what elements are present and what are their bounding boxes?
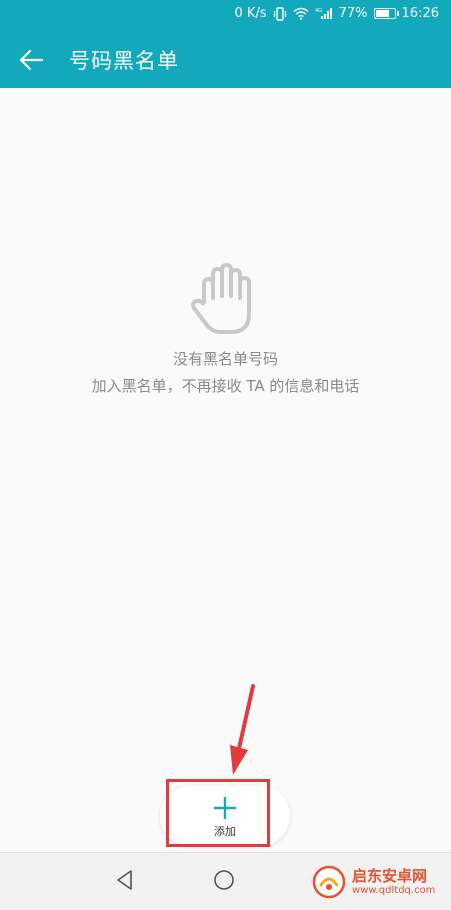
wifi-icon <box>293 7 309 20</box>
hand-stop-icon <box>190 263 251 334</box>
app-bar: 号码黑名单 <box>0 30 451 88</box>
network-speed: 0 K/s <box>234 6 267 21</box>
watermark-name: 启东安卓网 <box>352 867 428 886</box>
nav-back-button[interactable] <box>112 867 138 897</box>
empty-description: 加入黑名单，不再接收 TA 的信息和电话 <box>91 377 360 395</box>
empty-title: 没有黑名单号码 <box>172 350 278 368</box>
battery-percent: 77% <box>338 6 368 21</box>
signal-icon: 4G <box>315 7 333 20</box>
watermark-url: www.qdltdq.com <box>352 884 436 896</box>
battery-icon <box>373 8 399 19</box>
network-type: 4G <box>315 8 322 14</box>
triangle-back-icon <box>117 870 132 890</box>
annotation-highlight-box <box>166 779 270 847</box>
status-icons: 0 K/s 4G 77% 16:26 <box>235 6 439 21</box>
status-bar: 0 K/s 4G 77% 16:26 <box>0 0 451 30</box>
watermark-text: 启东安卓网 www.qdltdq.com <box>352 868 435 896</box>
battery-fill <box>375 10 389 17</box>
nav-home-button[interactable] <box>211 867 237 897</box>
vibrate-icon <box>273 6 287 21</box>
annotation-arrow-icon <box>230 684 255 775</box>
page-title: 号码黑名单 <box>69 49 179 73</box>
blacklist-screen: 0 K/s 4G 77% 16:26 号码黑名单 没有黑名单号码 加入黑名单，不… <box>0 0 451 910</box>
arrow-left-icon <box>19 49 44 71</box>
circle-home-icon <box>214 870 234 890</box>
back-button[interactable] <box>16 45 46 75</box>
empty-state: 没有黑名单号码 加入黑名单，不再接收 TA 的信息和电话 <box>0 262 451 396</box>
watermark-logo-icon <box>312 865 346 899</box>
watermark: 启东安卓网 www.qdltdq.com <box>312 856 451 908</box>
clock: 16:26 <box>401 6 439 21</box>
